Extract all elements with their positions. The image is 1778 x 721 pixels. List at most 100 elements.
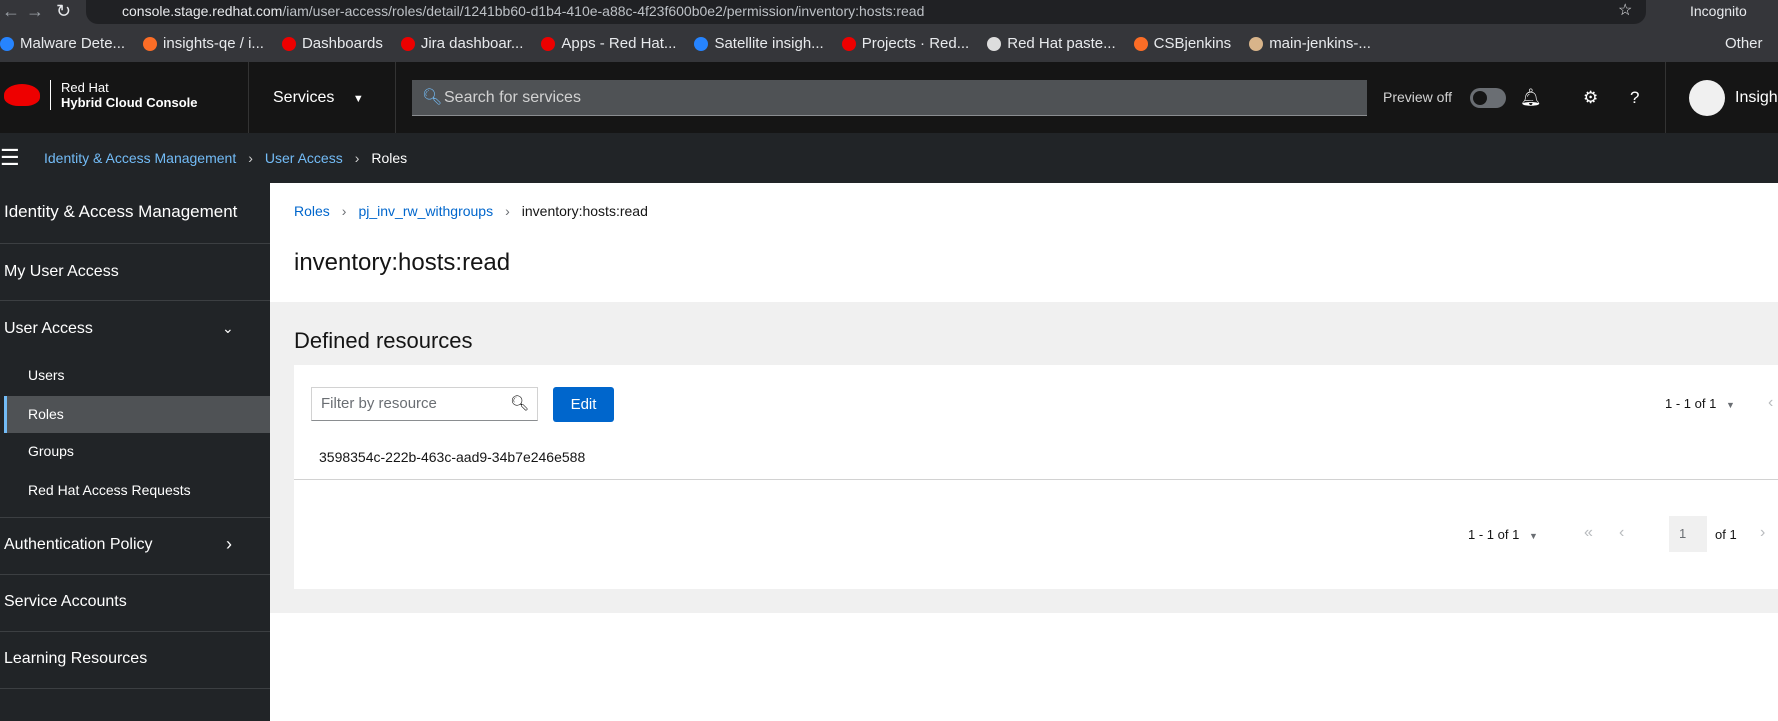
divider bbox=[0, 300, 270, 301]
caret-down-icon: ▼ bbox=[1528, 531, 1538, 541]
help-icon[interactable]: ? bbox=[1630, 62, 1639, 133]
prev-page-icon[interactable]: ‹ bbox=[1768, 394, 1773, 412]
bookmark-item[interactable]: insights-qe / i... bbox=[143, 30, 264, 58]
bookmark-item[interactable]: Dashboards bbox=[281, 30, 383, 58]
sidebar-item-access-requests[interactable]: Red Hat Access Requests bbox=[28, 482, 191, 498]
bookmark-favicon-icon bbox=[143, 37, 158, 51]
sidebar-item-user-access[interactable]: User Access bbox=[4, 320, 93, 338]
breadcrumb-roles: Roles bbox=[371, 150, 408, 166]
page-title: inventory:hosts:read bbox=[294, 249, 511, 276]
bookmark-label: main-jenkins-... bbox=[1269, 35, 1371, 52]
chevron-right-icon: › bbox=[341, 203, 347, 219]
bell-icon[interactable]: 🔔︎ bbox=[1520, 62, 1542, 133]
next-page-icon[interactable]: › bbox=[1760, 524, 1765, 542]
bookmark-label: CSBjenkins bbox=[1153, 35, 1232, 52]
url-host: console.stage.redhat.com bbox=[122, 3, 283, 19]
sidebar-item-users[interactable]: Users bbox=[28, 367, 65, 383]
bookmark-favicon-icon bbox=[281, 37, 296, 51]
first-page-icon[interactable]: « bbox=[1584, 524, 1593, 542]
services-label: Services bbox=[273, 89, 335, 106]
bookmark-label: Red Hat paste... bbox=[1007, 35, 1116, 52]
user-menu[interactable]: Insights bbox=[1665, 62, 1778, 133]
chevron-right-icon: › bbox=[248, 150, 253, 166]
divider bbox=[0, 574, 270, 575]
other-bookmarks[interactable]: Other bbox=[1725, 30, 1763, 58]
resources-section: Defined resources Filter by resource 🔍︎ E… bbox=[270, 302, 1778, 613]
sidebar-item-roles[interactable]: Roles bbox=[28, 406, 64, 422]
reload-icon[interactable]: ↻ bbox=[56, 0, 71, 22]
sidebar-item-service-accounts[interactable]: Service Accounts bbox=[4, 593, 127, 611]
bookmark-favicon-icon bbox=[841, 37, 856, 51]
back-icon[interactable]: ← bbox=[2, 0, 20, 22]
bookmark-favicon-icon bbox=[1133, 37, 1148, 51]
breadcrumb-current: inventory:hosts:read bbox=[521, 203, 648, 219]
bookmark-label: insights-qe / i... bbox=[163, 35, 264, 52]
chevron-down-icon[interactable]: ⌄ bbox=[222, 320, 234, 337]
divider bbox=[0, 688, 270, 689]
sidebar-item-authentication-policy[interactable]: Authentication Policy bbox=[4, 536, 153, 554]
bookmark-label: Projects · Red... bbox=[861, 35, 970, 52]
pagination-toggle-top[interactable]: 1 - 1 of 1 ▼ bbox=[1665, 396, 1735, 411]
bookmark-favicon-icon bbox=[1249, 37, 1264, 51]
bookmark-favicon-icon bbox=[987, 37, 1002, 51]
avatar bbox=[1689, 79, 1725, 116]
table-row: 3598354c-222b-463c-aad9-34b7e246e588 bbox=[319, 449, 586, 465]
breadcrumb: Identity & Access Management › User Acces… bbox=[44, 133, 407, 183]
breadcrumb-roles-link[interactable]: Roles bbox=[294, 203, 330, 219]
chevron-right-icon: › bbox=[354, 150, 360, 166]
bookmark-item[interactable]: Red Hat paste... bbox=[987, 30, 1116, 58]
page-count: of 1 bbox=[1715, 527, 1737, 542]
bookmark-favicon-icon bbox=[400, 37, 415, 51]
bookmark-item[interactable]: Jira dashboar... bbox=[400, 30, 523, 58]
user-name: Insights bbox=[1735, 88, 1778, 106]
red-hat-logo[interactable]: Red Hat Hybrid Cloud Console bbox=[4, 80, 198, 110]
bookmarks-bar: Malware Dete... insights-qe / i... Dashboa… bbox=[0, 30, 1371, 58]
page-number-input[interactable]: 1 bbox=[1669, 516, 1707, 552]
chevron-right-icon[interactable]: › bbox=[226, 534, 232, 555]
services-search-input[interactable]: 🔍︎ Search for services bbox=[412, 80, 1367, 116]
pagination-toggle-bottom[interactable]: 1 - 1 of 1 ▼ bbox=[1468, 527, 1538, 542]
masthead: Red Hat Hybrid Cloud Console Services ▼ 🔍… bbox=[0, 62, 1778, 133]
bookmark-item[interactable]: Apps - Red Hat... bbox=[541, 30, 676, 58]
bookmark-label: Dashboards bbox=[301, 35, 383, 52]
bookmark-item[interactable]: Malware Dete... bbox=[0, 30, 125, 58]
nav-bar: ☰ Identity & Access Management › User Acc… bbox=[0, 133, 1778, 183]
caret-down-icon: ▼ bbox=[352, 93, 364, 105]
gear-icon[interactable]: ⚙ bbox=[1583, 62, 1598, 133]
main-content: Roles › pj_inv_rw_withgroups › inventory:h… bbox=[270, 183, 1778, 721]
bookmark-item[interactable]: Projects · Red... bbox=[841, 30, 970, 58]
logo-line2: Hybrid Cloud Console bbox=[61, 95, 198, 110]
pagination-range: 1 - 1 of 1 bbox=[1665, 396, 1717, 411]
bookmark-star-icon[interactable]: ☆ bbox=[1618, 0, 1632, 22]
sidebar-title: Identity & Access Management bbox=[4, 202, 238, 221]
forward-icon[interactable]: → bbox=[26, 0, 44, 22]
bookmark-favicon-icon bbox=[694, 37, 709, 51]
section-title: Defined resources bbox=[294, 328, 473, 353]
sidebar-item-groups[interactable]: Groups bbox=[28, 443, 74, 459]
bookmark-item[interactable]: Satellite insigh... bbox=[694, 30, 824, 58]
breadcrumb-role-link[interactable]: pj_inv_rw_withgroups bbox=[358, 203, 493, 219]
page-number: 1 bbox=[1679, 526, 1687, 541]
breadcrumb-user-access[interactable]: User Access bbox=[265, 133, 343, 183]
services-dropdown[interactable]: Services ▼ bbox=[248, 62, 396, 133]
prev-page-icon[interactable]: ‹ bbox=[1619, 524, 1624, 542]
url-path: /iam/user-access/roles/detail/1241bb60-d… bbox=[282, 3, 925, 19]
bookmark-label: Apps - Red Hat... bbox=[561, 35, 677, 52]
bookmark-item[interactable]: main-jenkins-... bbox=[1249, 30, 1371, 58]
sidebar-item-my-user-access[interactable]: My User Access bbox=[4, 263, 119, 281]
bookmark-item[interactable]: CSBjenkins bbox=[1133, 30, 1232, 58]
browser-chrome: ← → ↻ console.stage.redhat.com/iam/user-… bbox=[0, 0, 1778, 62]
address-bar[interactable]: console.stage.redhat.com/iam/user-access… bbox=[86, 0, 1646, 24]
hamburger-icon[interactable]: ☰ bbox=[0, 133, 20, 183]
bookmark-favicon-icon bbox=[541, 37, 556, 51]
divider bbox=[0, 517, 270, 518]
page-breadcrumb: Roles › pj_inv_rw_withgroups › inventory:h… bbox=[294, 203, 648, 219]
chevron-right-icon: › bbox=[505, 203, 510, 219]
filter-input[interactable]: Filter by resource 🔍︎ bbox=[311, 387, 538, 421]
preview-toggle[interactable] bbox=[1470, 88, 1506, 108]
breadcrumb-iam[interactable]: Identity & Access Management bbox=[44, 133, 236, 183]
incognito-label[interactable]: Incognito bbox=[1690, 0, 1747, 22]
filter-placeholder: Filter by resource bbox=[321, 395, 437, 412]
sidebar-item-learning-resources[interactable]: Learning Resources bbox=[4, 650, 147, 668]
edit-button[interactable]: Edit bbox=[553, 387, 614, 422]
